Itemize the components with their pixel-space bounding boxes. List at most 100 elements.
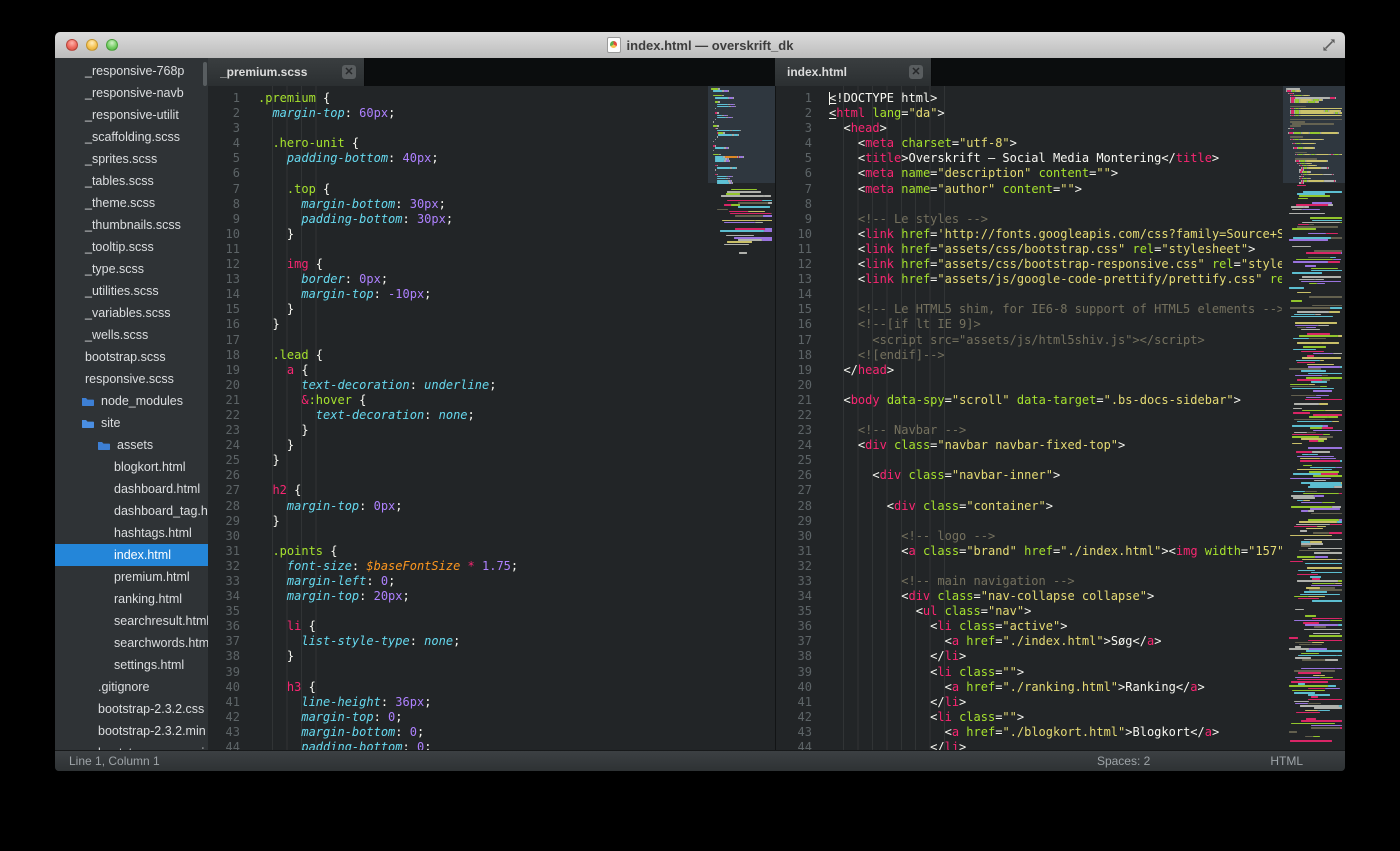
code-line[interactable]: padding-bottom: 30px; [258, 212, 707, 227]
sidebar-item[interactable]: searchwords.html [55, 632, 208, 654]
sidebar-item[interactable]: _tables.scss [55, 170, 208, 192]
code-line[interactable] [829, 559, 1282, 574]
code-line[interactable] [829, 514, 1282, 529]
code-line[interactable]: padding-bottom: 40px; [258, 151, 707, 166]
code-line[interactable]: .hero-unit { [258, 136, 707, 151]
close-window-button[interactable] [66, 39, 78, 51]
sidebar-item[interactable]: dashboard_tag.ht [55, 500, 208, 522]
minimize-window-button[interactable] [86, 39, 98, 51]
sidebar-scrollbar[interactable] [203, 62, 207, 86]
code-line[interactable]: <!-- logo --> [829, 529, 1282, 544]
syntax-status[interactable]: HTML [1270, 754, 1303, 768]
sidebar-item[interactable]: assets [55, 434, 208, 456]
code-line[interactable]: <a class="brand" href="./index.html"><im… [829, 544, 1282, 559]
code-line[interactable]: margin-left: 0; [258, 574, 707, 589]
sidebar-item[interactable]: _thumbnails.scss [55, 214, 208, 236]
code-line[interactable]: text-decoration: none; [258, 408, 707, 423]
code-line[interactable]: <link href="assets/css/bootstrap.css" re… [829, 242, 1282, 257]
code-line[interactable] [258, 529, 707, 544]
code-line[interactable] [829, 483, 1282, 498]
code-line[interactable]: <a href="./ranking.html">Ranking</a> [829, 680, 1282, 695]
sidebar-item[interactable]: bootstrap.scss [55, 346, 208, 368]
sidebar-item[interactable]: _type.scss [55, 258, 208, 280]
sidebar-item[interactable]: responsive.scss [55, 368, 208, 390]
code-line[interactable]: </li> [829, 695, 1282, 710]
tab-index-html[interactable]: index.html ✕ [775, 58, 932, 86]
code-line[interactable]: <link href='http://fonts.googleapis.com/… [829, 227, 1282, 242]
code-line[interactable]: } [258, 302, 707, 317]
code-line[interactable]: .points { [258, 544, 707, 559]
minimap[interactable] [708, 86, 775, 750]
code-line[interactable]: &:hover { [258, 393, 707, 408]
code-line[interactable]: <body data-spy="scroll" data-target=".bs… [829, 393, 1282, 408]
code-line[interactable]: <li class="active"> [829, 619, 1282, 634]
sidebar-item[interactable]: dashboard.html [55, 478, 208, 500]
code-line[interactable]: <![endif]--> [829, 348, 1282, 363]
sidebar-item[interactable]: bootstrap-2.3.2.css [55, 698, 208, 720]
sidebar-item[interactable]: ranking.html [55, 588, 208, 610]
sidebar-item[interactable]: _sprites.scss [55, 148, 208, 170]
code-line[interactable] [258, 166, 707, 181]
code-line[interactable] [258, 604, 707, 619]
code-line[interactable]: line-height: 36px; [258, 695, 707, 710]
sidebar-item[interactable]: settings.html [55, 654, 208, 676]
code-line[interactable]: <!-- Navbar --> [829, 423, 1282, 438]
code-line[interactable]: padding-bottom: 0; [258, 740, 707, 750]
code-line[interactable]: <link href="assets/js/google-code-pretti… [829, 272, 1282, 287]
sidebar-item[interactable]: _responsive-navb [55, 82, 208, 104]
code-line[interactable] [258, 242, 707, 257]
code-line[interactable]: } [258, 317, 707, 332]
sidebar-item[interactable]: node_modules [55, 390, 208, 412]
code-line[interactable]: } [258, 438, 707, 453]
code-line[interactable]: <!DOCTYPE html> [829, 91, 1282, 106]
close-tab-icon[interactable]: ✕ [342, 65, 356, 79]
sidebar-item[interactable]: premium.html [55, 566, 208, 588]
code-line[interactable]: margin-top: 60px; [258, 106, 707, 121]
tab-premium-scss[interactable]: _premium.scss ✕ [208, 58, 365, 86]
code-line[interactable] [829, 197, 1282, 212]
code-line[interactable]: margin-top: 0px; [258, 499, 707, 514]
code-line[interactable]: border: 0px; [258, 272, 707, 287]
code-line[interactable] [258, 121, 707, 136]
fullscreen-button[interactable] [1320, 37, 1338, 53]
code-line[interactable]: .top { [258, 182, 707, 197]
sidebar-item[interactable]: _tooltip.scss [55, 236, 208, 258]
code-line[interactable]: <li class=""> [829, 710, 1282, 725]
code-line[interactable]: margin-top: 0; [258, 710, 707, 725]
code-line[interactable]: h3 { [258, 680, 707, 695]
sidebar-item[interactable]: searchresult.html [55, 610, 208, 632]
sidebar-item[interactable]: bootstrap_responsiv [55, 742, 208, 750]
code-line[interactable]: margin-bottom: 0; [258, 725, 707, 740]
code-line[interactable]: <title>Overskrift – Social Media Monteri… [829, 151, 1282, 166]
code-line[interactable]: <!-- Le styles --> [829, 212, 1282, 227]
code-line[interactable]: } [258, 514, 707, 529]
sidebar-item[interactable]: index.html [55, 544, 208, 566]
sidebar-item[interactable]: _wells.scss [55, 324, 208, 346]
code-line[interactable]: <div class="container"> [829, 499, 1282, 514]
code-line[interactable]: <meta name="author" content=""> [829, 182, 1282, 197]
code-line[interactable]: list-style-type: none; [258, 634, 707, 649]
code-line[interactable]: <head> [829, 121, 1282, 136]
code-line[interactable]: font-size: $baseFontSize * 1.75; [258, 559, 707, 574]
sidebar-item[interactable]: _utilities.scss [55, 280, 208, 302]
code-line[interactable]: <div class="navbar-inner"> [829, 468, 1282, 483]
indentation-status[interactable]: Spaces: 2 [1097, 754, 1150, 768]
code-line[interactable]: </li> [829, 649, 1282, 664]
code-line[interactable]: li { [258, 619, 707, 634]
sidebar-item[interactable]: _theme.scss [55, 192, 208, 214]
sidebar-item[interactable]: hashtags.html [55, 522, 208, 544]
minimap[interactable] [1283, 86, 1345, 750]
sidebar-item[interactable]: _responsive-768p [55, 60, 208, 82]
code-line[interactable] [829, 378, 1282, 393]
zoom-window-button[interactable] [106, 39, 118, 51]
code-line[interactable]: <script src="assets/js/html5shiv.js"></s… [829, 333, 1282, 348]
sidebar-item[interactable]: blogkort.html [55, 456, 208, 478]
code-line[interactable]: margin-bottom: 30px; [258, 197, 707, 212]
code-line[interactable]: .premium { [258, 91, 707, 106]
code-line[interactable]: <div class="nav-collapse collapse"> [829, 589, 1282, 604]
code-line[interactable]: <!-- Le HTML5 shim, for IE6-8 support of… [829, 302, 1282, 317]
code-line[interactable] [829, 287, 1282, 302]
sidebar-item[interactable]: .gitignore [55, 676, 208, 698]
code-line[interactable]: text-decoration: underline; [258, 378, 707, 393]
code-line[interactable] [258, 468, 707, 483]
